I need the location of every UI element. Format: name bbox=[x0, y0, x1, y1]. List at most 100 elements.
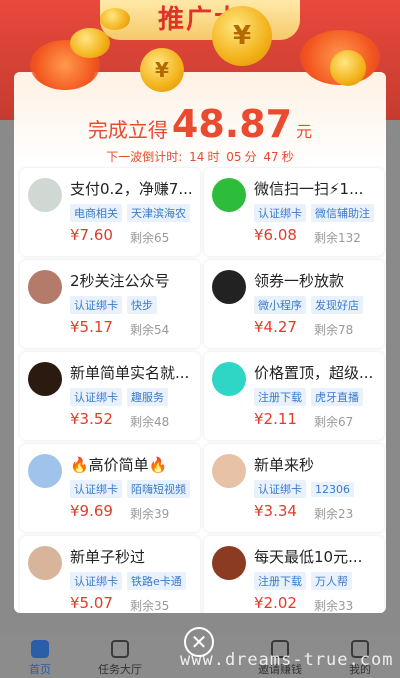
task-avatar bbox=[212, 178, 246, 212]
task-tag: 铁路e卡通 bbox=[127, 572, 186, 590]
task-tag: 认证绑卡 bbox=[70, 480, 122, 498]
yuan-coin-icon: ¥ bbox=[212, 6, 272, 66]
tab-home-label: 首页 bbox=[29, 663, 51, 676]
task-remaining: 剩余132 bbox=[314, 231, 361, 245]
task-card[interactable]: 领券一秒放款 微小程序 发现好店 ¥4.27 剩余78 bbox=[204, 260, 384, 348]
task-remaining: 剩余67 bbox=[314, 415, 354, 429]
task-tag: 虎牙直播 bbox=[311, 388, 363, 406]
task-tag: 趣服务 bbox=[127, 388, 168, 406]
countdown: 下一波倒计时: 14 时 05 分 47 秒 bbox=[14, 148, 386, 165]
task-card[interactable]: 支付0.2，净赚7... 电商相关 天津滨海农 ¥7.60 剩余65 bbox=[20, 168, 200, 256]
task-price: ¥3.34 bbox=[254, 502, 297, 520]
tab-home[interactable]: 首页 bbox=[0, 636, 80, 678]
task-card[interactable]: 新单子秒过 认证绑卡 铁路e卡通 ¥5.07 剩余35 bbox=[20, 536, 200, 613]
task-tags: 微小程序 发现好店 bbox=[254, 294, 382, 314]
task-remaining: 剩余78 bbox=[314, 323, 354, 337]
task-title: 每天最低10元... bbox=[254, 548, 363, 566]
task-tags: 电商相关 天津滨海农 bbox=[70, 202, 198, 222]
reward-amount: 48.87 bbox=[171, 102, 293, 146]
task-avatar bbox=[28, 270, 62, 304]
task-remaining: 剩余65 bbox=[130, 231, 170, 245]
task-icon bbox=[111, 640, 129, 658]
task-card[interactable]: 🔥高价简单🔥 认证绑卡 陌嗨短视频 ¥9.69 剩余39 bbox=[20, 444, 200, 532]
countdown-seconds-unit: 秒 bbox=[281, 150, 294, 164]
task-avatar bbox=[212, 546, 246, 580]
task-title: 价格置顶，超级... bbox=[254, 364, 374, 382]
task-title: 支付0.2，净赚7... bbox=[70, 180, 193, 198]
task-price: ¥9.69 bbox=[70, 502, 113, 520]
home-icon bbox=[31, 640, 49, 658]
headline-prefix: 完成立得 bbox=[87, 118, 168, 142]
task-remaining: 剩余23 bbox=[314, 507, 354, 521]
task-title: 新单子秒过 bbox=[70, 548, 146, 566]
task-avatar bbox=[28, 362, 62, 396]
task-tag: 快步 bbox=[127, 296, 157, 314]
task-avatar bbox=[212, 454, 246, 488]
task-modal: 完成立得 48.87 元 下一波倒计时: 14 时 05 分 47 秒 支付0.2，净赚7… bbox=[14, 72, 386, 613]
task-tag: 认证绑卡 bbox=[70, 296, 122, 314]
headline-unit: 元 bbox=[296, 122, 313, 141]
task-tags: 认证绑卡 陌嗨短视频 bbox=[70, 478, 198, 498]
task-price: ¥6.08 bbox=[254, 226, 297, 244]
task-tag: 认证绑卡 bbox=[70, 388, 122, 406]
task-tags: 认证绑卡 铁路e卡通 bbox=[70, 570, 198, 590]
task-tag: 认证绑卡 bbox=[254, 480, 306, 498]
task-price: ¥5.07 bbox=[70, 594, 113, 612]
task-title: 新单简单实名就... bbox=[70, 364, 190, 382]
tab-task-hall-label: 任务大厅 bbox=[98, 663, 142, 676]
task-avatar bbox=[28, 178, 62, 212]
task-price: ¥7.60 bbox=[70, 226, 113, 244]
task-avatar bbox=[28, 454, 62, 488]
task-tags: 认证绑卡 微信辅助注 bbox=[254, 202, 382, 222]
countdown-minutes-unit: 分 bbox=[244, 150, 257, 164]
task-card[interactable]: 新单简单实名就... 认证绑卡 趣服务 ¥3.52 剩余48 bbox=[20, 352, 200, 440]
watermark: www.dreams-true.com bbox=[180, 650, 394, 670]
coin-decoration bbox=[100, 8, 130, 30]
task-remaining: 剩余48 bbox=[130, 415, 170, 429]
task-tag: 发现好店 bbox=[311, 296, 363, 314]
task-card[interactable]: 每天最低10元... 注册下载 万人帮 ¥2.02 剩余33 bbox=[204, 536, 384, 613]
task-tags: 认证绑卡 趣服务 bbox=[70, 386, 198, 406]
task-card[interactable]: 新单来秒 认证绑卡 12306 ¥3.34 剩余23 bbox=[204, 444, 384, 532]
task-price: ¥5.17 bbox=[70, 318, 113, 336]
task-title: 领券一秒放款 bbox=[254, 272, 345, 290]
task-avatar bbox=[212, 362, 246, 396]
task-tag: 电商相关 bbox=[70, 204, 122, 222]
task-remaining: 剩余35 bbox=[130, 599, 170, 613]
task-tags: 注册下载 万人帮 bbox=[254, 570, 382, 590]
coin-decoration bbox=[330, 50, 366, 86]
task-tags: 认证绑卡 12306 bbox=[254, 478, 382, 498]
task-tag: 陌嗨短视频 bbox=[127, 480, 190, 498]
task-price: ¥2.02 bbox=[254, 594, 297, 612]
task-title: 新单来秒 bbox=[254, 456, 315, 474]
task-tag: 注册下载 bbox=[254, 572, 306, 590]
task-avatar bbox=[212, 270, 246, 304]
task-price: ¥2.11 bbox=[254, 410, 297, 428]
task-tags: 认证绑卡 快步 bbox=[70, 294, 198, 314]
task-tag: 万人帮 bbox=[311, 572, 352, 590]
countdown-hours: 14 bbox=[189, 150, 205, 164]
task-remaining: 剩余33 bbox=[314, 599, 354, 613]
task-title: 微信扫一扫⚡1... bbox=[254, 180, 364, 198]
task-tag: 认证绑卡 bbox=[70, 572, 122, 590]
task-tag: 12306 bbox=[311, 482, 354, 497]
countdown-minutes: 05 bbox=[226, 150, 242, 164]
tab-task-hall[interactable]: 任务大厅 bbox=[80, 636, 160, 678]
task-card[interactable]: 2秒关注公众号 认证绑卡 快步 ¥5.17 剩余54 bbox=[20, 260, 200, 348]
task-card[interactable]: 微信扫一扫⚡1... 认证绑卡 微信辅助注 ¥6.08 剩余132 bbox=[204, 168, 384, 256]
yuan-coin-icon: ¥ bbox=[140, 48, 184, 92]
task-card[interactable]: 价格置顶，超级... 注册下载 虎牙直播 ¥2.11 剩余67 bbox=[204, 352, 384, 440]
task-avatar bbox=[28, 546, 62, 580]
task-tags: 注册下载 虎牙直播 bbox=[254, 386, 382, 406]
task-remaining: 剩余39 bbox=[130, 507, 170, 521]
coin-decoration bbox=[70, 28, 110, 58]
task-remaining: 剩余54 bbox=[130, 323, 170, 337]
task-price: ¥3.52 bbox=[70, 410, 113, 428]
task-tag: 认证绑卡 bbox=[254, 204, 306, 222]
task-tag: 微小程序 bbox=[254, 296, 306, 314]
task-tag: 注册下载 bbox=[254, 388, 306, 406]
task-title: 2秒关注公众号 bbox=[70, 272, 170, 290]
task-title: 🔥高价简单🔥 bbox=[70, 456, 168, 474]
countdown-seconds: 47 bbox=[263, 150, 279, 164]
task-tag: 天津滨海农 bbox=[127, 204, 190, 222]
